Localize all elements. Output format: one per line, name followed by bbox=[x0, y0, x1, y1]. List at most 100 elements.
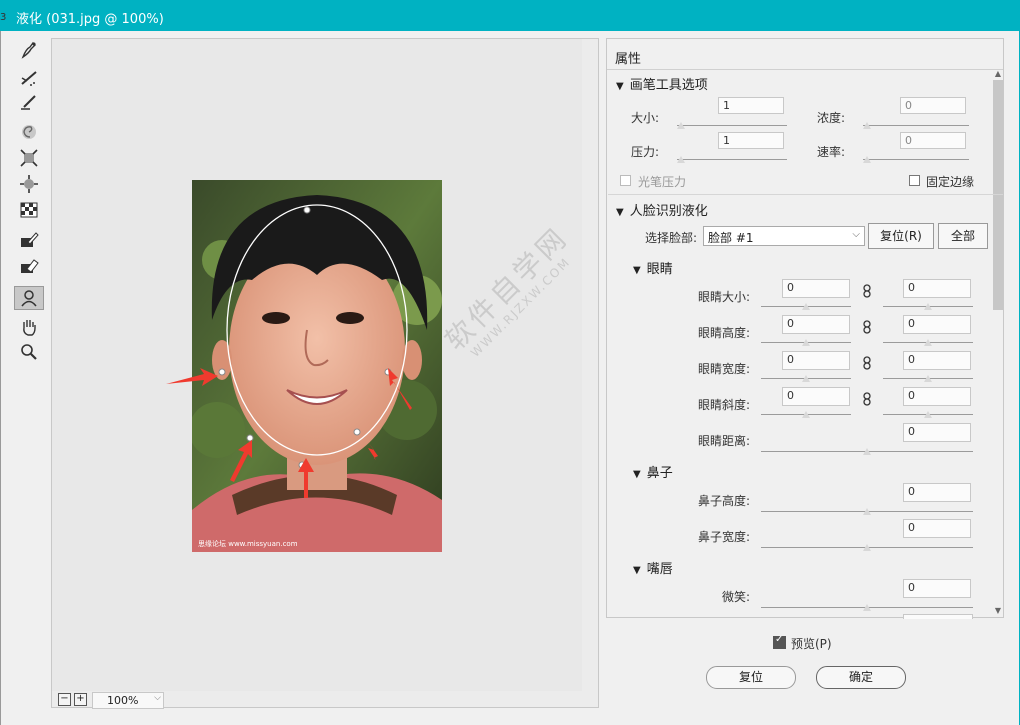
preview-checkbox[interactable] bbox=[773, 634, 786, 649]
density-field[interactable]: 0 bbox=[900, 97, 966, 114]
pressure-field[interactable]: 1 bbox=[718, 132, 784, 149]
window-edge-fragment: 3 bbox=[0, 12, 7, 23]
tool-face[interactable] bbox=[14, 286, 44, 310]
eye-width-left-slider[interactable] bbox=[761, 374, 851, 383]
collapse-triangle-icon: ▼ bbox=[616, 81, 624, 92]
pin-edges-label: 固定边缘 bbox=[926, 175, 975, 189]
select-face-label: 选择脸部: bbox=[645, 231, 698, 245]
eye-width-left-field[interactable]: 0 bbox=[782, 351, 850, 370]
smile-label: 微笑: bbox=[722, 590, 751, 604]
eye-tilt-left-field[interactable]: 0 bbox=[782, 387, 850, 406]
freeze-mask-icon bbox=[21, 232, 39, 247]
eye-size-left-slider[interactable] bbox=[761, 302, 851, 311]
select-face-dropdown[interactable]: 脸部 #1 ⌵ bbox=[703, 226, 865, 246]
scroll-down-icon[interactable]: ▼ bbox=[993, 607, 1003, 615]
eye-size-right-field[interactable]: 0 bbox=[903, 279, 971, 298]
tool-forward-warp[interactable] bbox=[14, 38, 44, 62]
link-icon[interactable] bbox=[862, 320, 872, 334]
tool-smooth[interactable] bbox=[14, 90, 44, 114]
tool-hand[interactable] bbox=[14, 315, 44, 339]
zoom-select[interactable]: 100% ⌵ bbox=[92, 692, 164, 709]
eye-tilt-right-slider[interactable] bbox=[883, 410, 973, 419]
panel-title: 属性 bbox=[615, 52, 642, 67]
pucker-icon bbox=[20, 149, 38, 167]
density-slider[interactable] bbox=[862, 121, 969, 130]
window-title: 液化 (031.jpg @ 100%) bbox=[16, 12, 164, 27]
face-tool-icon bbox=[21, 290, 37, 307]
eye-width-label: 眼睛宽度: bbox=[698, 362, 751, 376]
tool-push-left[interactable] bbox=[14, 198, 44, 222]
face-all-button[interactable]: 全部 bbox=[938, 223, 988, 249]
pin-edges-checkbox[interactable] bbox=[909, 175, 920, 186]
nose-width-label: 鼻子宽度: bbox=[698, 530, 751, 544]
twirl-icon bbox=[22, 125, 36, 139]
tool-pucker[interactable] bbox=[14, 146, 44, 170]
ok-button[interactable]: 确定 bbox=[816, 666, 906, 689]
link-icon[interactable] bbox=[862, 356, 872, 370]
stylus-pressure-checkbox[interactable] bbox=[620, 175, 631, 186]
pressure-slider[interactable] bbox=[676, 155, 787, 164]
eye-distance-field[interactable]: 0 bbox=[903, 423, 971, 442]
zoom-icon bbox=[21, 344, 37, 360]
eye-size-right-slider[interactable] bbox=[883, 302, 973, 311]
eye-distance-slider[interactable] bbox=[761, 447, 973, 456]
eye-size-label: 眼睛大小: bbox=[698, 290, 751, 304]
photo-caption: 思缘论坛 www.missyuan.com bbox=[198, 539, 298, 548]
eye-tilt-left-slider[interactable] bbox=[761, 410, 851, 419]
smile-slider[interactable] bbox=[761, 603, 973, 612]
eye-tilt-label: 眼睛斜度: bbox=[698, 398, 751, 412]
next-field-partial bbox=[903, 614, 973, 619]
eye-height-left-field[interactable]: 0 bbox=[782, 315, 850, 334]
eye-height-right-field[interactable]: 0 bbox=[903, 315, 971, 334]
rate-label: 速率: bbox=[817, 145, 846, 159]
hand-icon bbox=[23, 320, 36, 336]
size-slider[interactable] bbox=[676, 121, 787, 130]
scroll-up-icon[interactable]: ▲ bbox=[993, 70, 1003, 78]
reset-button[interactable]: 复位 bbox=[706, 666, 796, 689]
eye-width-right-field[interactable]: 0 bbox=[903, 351, 971, 370]
eyes-section-header[interactable]: ▼ 眼睛 bbox=[633, 258, 673, 277]
eye-tilt-right-field[interactable]: 0 bbox=[903, 387, 971, 406]
tool-bloat[interactable] bbox=[14, 172, 44, 196]
zoom-out-button[interactable]: − bbox=[58, 693, 71, 706]
rate-slider[interactable] bbox=[862, 155, 969, 164]
density-label: 浓度: bbox=[817, 111, 846, 125]
title-bar: 3 液化 (031.jpg @ 100%) bbox=[0, 0, 1020, 31]
panel-header: 属性 bbox=[607, 39, 1003, 70]
face-section-header[interactable]: ▼ 人脸识别液化 bbox=[616, 200, 708, 219]
eye-size-left-field[interactable]: 0 bbox=[782, 279, 850, 298]
panel-scrollbar[interactable]: ▲ ▼ bbox=[993, 70, 1003, 617]
nose-height-label: 鼻子高度: bbox=[698, 494, 751, 508]
link-icon[interactable] bbox=[862, 284, 872, 298]
brush-section-header[interactable]: ▼ 画笔工具选项 bbox=[616, 74, 708, 93]
nose-section-header[interactable]: ▼ 鼻子 bbox=[633, 462, 673, 481]
annotation-arrows bbox=[166, 368, 412, 498]
nose-width-field[interactable]: 0 bbox=[903, 519, 971, 538]
size-label: 大小: bbox=[631, 111, 660, 125]
tool-freeze-mask[interactable] bbox=[14, 228, 44, 252]
zoom-in-button[interactable]: + bbox=[74, 693, 87, 706]
tool-twirl[interactable] bbox=[14, 120, 44, 144]
eye-height-right-slider[interactable] bbox=[883, 338, 973, 347]
preview-label: 预览(P) bbox=[791, 637, 832, 651]
eye-width-right-slider[interactable] bbox=[883, 374, 973, 383]
tool-reconstruct[interactable] bbox=[14, 66, 44, 90]
eye-height-left-slider[interactable] bbox=[761, 338, 851, 347]
nose-height-slider[interactable] bbox=[761, 507, 973, 516]
eye-height-label: 眼睛高度: bbox=[698, 326, 751, 340]
face-reset-button[interactable]: 复位(R) bbox=[868, 223, 934, 249]
chevron-down-icon: ⌵ bbox=[852, 229, 860, 240]
tool-zoom[interactable] bbox=[14, 340, 44, 364]
mouth-section-header[interactable]: ▼ 嘴唇 bbox=[633, 558, 673, 577]
forward-warp-icon bbox=[21, 41, 36, 59]
nose-height-field[interactable]: 0 bbox=[903, 483, 971, 502]
rate-field[interactable]: 0 bbox=[900, 132, 966, 149]
smooth-icon bbox=[21, 95, 36, 110]
smile-field[interactable]: 0 bbox=[903, 579, 971, 598]
nose-width-slider[interactable] bbox=[761, 543, 973, 552]
bloat-icon bbox=[20, 175, 38, 193]
link-icon[interactable] bbox=[862, 392, 872, 406]
size-field[interactable]: 1 bbox=[718, 97, 784, 114]
scroll-thumb[interactable] bbox=[993, 80, 1003, 310]
tool-thaw-mask[interactable] bbox=[14, 254, 44, 278]
